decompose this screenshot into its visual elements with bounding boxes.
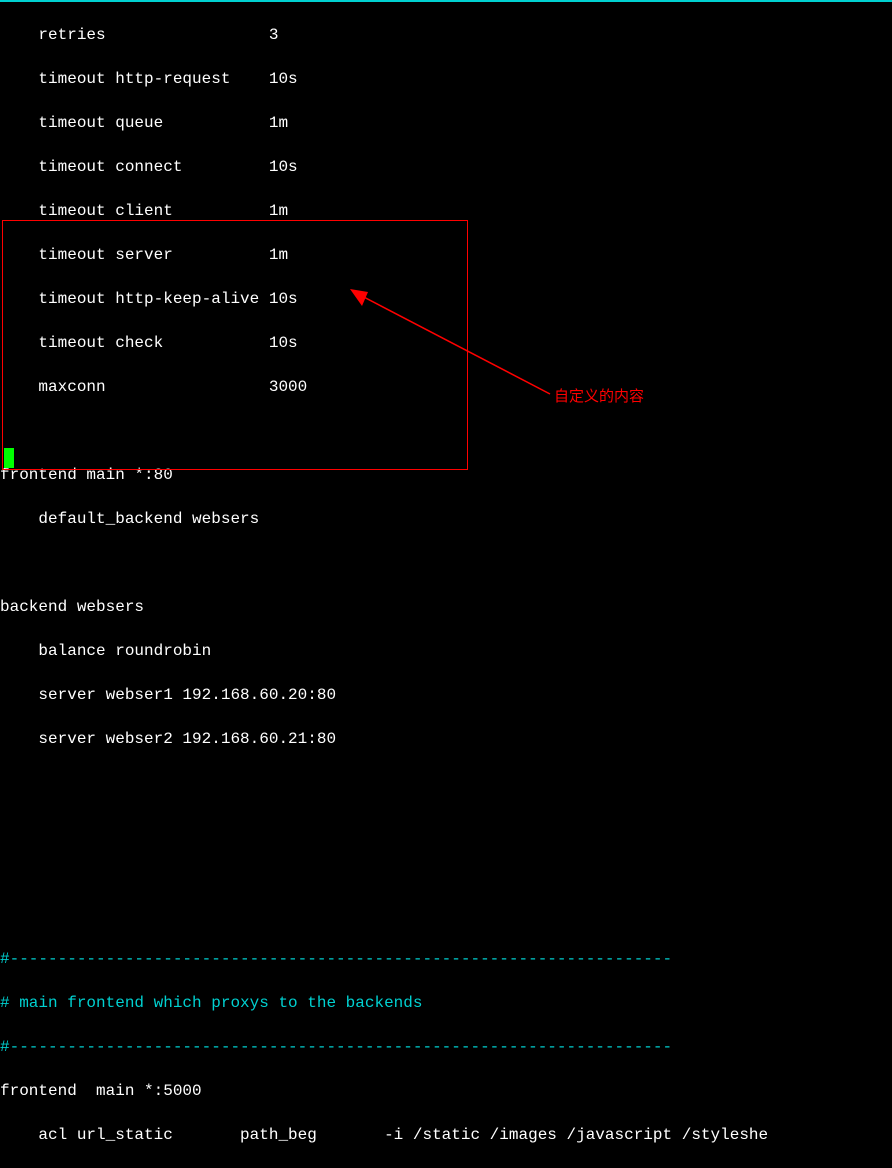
- config-line: backend websers: [0, 596, 892, 618]
- config-line: timeout check 10s: [0, 332, 892, 354]
- config-line: timeout connect 10s: [0, 156, 892, 178]
- config-line: timeout http-request 10s: [0, 68, 892, 90]
- config-line: [0, 904, 892, 926]
- config-line: frontend main *:5000: [0, 1080, 892, 1102]
- config-line: retries 3: [0, 24, 892, 46]
- annotation-label: 自定义的内容: [554, 386, 644, 408]
- config-line: [0, 420, 892, 442]
- config-line: [0, 860, 892, 882]
- config-line: server webser2 192.168.60.21:80: [0, 728, 892, 750]
- terminal-output: retries 3 timeout http-request 10s timeo…: [0, 2, 892, 1168]
- config-line: timeout queue 1m: [0, 112, 892, 134]
- config-line: acl url_static path_beg -i /static /imag…: [0, 1124, 892, 1146]
- config-line: [0, 816, 892, 838]
- config-line: balance roundrobin: [0, 640, 892, 662]
- config-line: default_backend websers: [0, 508, 892, 530]
- config-line: server webser1 192.168.60.20:80: [0, 684, 892, 706]
- comment-separator: #---------------------------------------…: [0, 1036, 892, 1058]
- terminal-cursor: [4, 448, 14, 468]
- config-line: [0, 772, 892, 794]
- config-line: maxconn 3000: [0, 376, 892, 398]
- comment-separator: #---------------------------------------…: [0, 948, 892, 970]
- config-line: frontend main *:80: [0, 464, 892, 486]
- comment-line: # main frontend which proxys to the back…: [0, 992, 892, 1014]
- config-line: [0, 552, 892, 574]
- config-line: timeout http-keep-alive 10s: [0, 288, 892, 310]
- config-line: timeout client 1m: [0, 200, 892, 222]
- config-line: timeout server 1m: [0, 244, 892, 266]
